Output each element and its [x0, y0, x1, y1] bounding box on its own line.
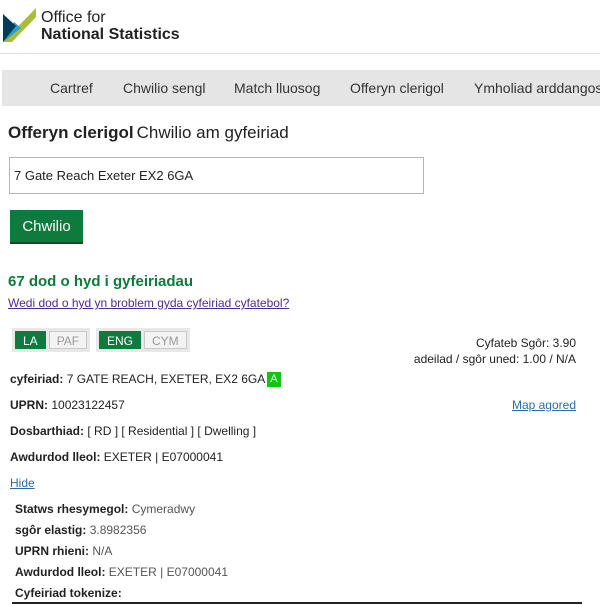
- elastic-score-value: 3.8982356: [89, 523, 147, 537]
- results-count: 67 dod o hyd i gyfeiriadau: [8, 273, 194, 290]
- logical-status-label: Statws rhesymegol:: [15, 502, 129, 516]
- nav-item-single-search[interactable]: Chwilio sengl: [123, 80, 205, 96]
- detail-local-authority-value: EXETER | E07000041: [108, 565, 228, 579]
- tag-eng[interactable]: ENG: [99, 331, 142, 349]
- detail-local-authority-label: Awdurdod lleol:: [15, 565, 106, 579]
- tokenized-address-label: Cyfeiriad tokenize:: [15, 586, 122, 600]
- logical-status-row: Statws rhesymegol: Cymeradwy: [15, 502, 195, 516]
- building-unit-score: adeilad / sgôr uned: 1.00 / N/A: [413, 352, 576, 366]
- logo-line-1: Office for: [41, 9, 106, 26]
- address-value: 7 GATE REACH, EXETER, EX2 6GA: [66, 372, 266, 386]
- tag-cym[interactable]: CYM: [144, 331, 187, 349]
- language-toggle-group: ENG CYM: [96, 328, 190, 352]
- site-header: Office for National Statistics: [0, 0, 600, 54]
- match-score: Cyfateb Sgôr: 3.90: [475, 336, 576, 350]
- page-title-main: Offeryn clerigol: [8, 123, 134, 142]
- local-authority-value: EXETER | E07000041: [103, 450, 223, 464]
- logical-status-value: Cymeradwy: [131, 502, 196, 516]
- tag-paf[interactable]: PAF: [48, 331, 88, 349]
- tag-la[interactable]: LA: [15, 331, 46, 349]
- ons-logo-text[interactable]: Office for National Statistics: [41, 9, 180, 43]
- address-label: cyfeiriad:: [10, 372, 64, 386]
- hide-details-link[interactable]: Hide: [10, 476, 35, 490]
- classification-label: Dosbarthiad:: [10, 424, 85, 438]
- search-button[interactable]: Chwilio: [10, 210, 83, 242]
- search-input[interactable]: [9, 157, 424, 194]
- open-map-link[interactable]: Map agored: [512, 398, 576, 412]
- classification-value: [ RD ] [ Residential ] [ Dwelling ]: [87, 424, 257, 438]
- uprn-row: UPRN: 10023122457: [10, 398, 125, 412]
- tokenized-address-row: Cyfeiriad tokenize:: [15, 586, 122, 600]
- detail-local-authority-row: Awdurdod lleol: EXETER | E07000041: [15, 565, 228, 579]
- parent-uprn-value: N/A: [92, 544, 113, 558]
- nav-item-clerical-tool[interactable]: Offeryn clerigol: [350, 80, 444, 96]
- source-toggle-group: LA PAF: [12, 328, 91, 352]
- report-problem-link[interactable]: Wedi dod o hyd yn broblem gyda cyfeiriad…: [8, 296, 289, 310]
- local-authority-label: Awdurdod lleol:: [10, 450, 101, 464]
- local-authority-row: Awdurdod lleol: EXETER | E07000041: [10, 450, 223, 464]
- uprn-value: 10023122457: [51, 398, 125, 412]
- nav-item-multiple-match[interactable]: Match lluosog: [234, 80, 320, 96]
- address-badge: A: [267, 372, 281, 388]
- uprn-label: UPRN:: [10, 398, 48, 412]
- ons-logo-icon[interactable]: [3, 8, 36, 42]
- parent-uprn-row: UPRN rhieni: N/A: [15, 544, 112, 558]
- elastic-score-label: sgôr elastig:: [15, 523, 87, 537]
- parent-uprn-label: UPRN rhieni:: [15, 544, 90, 558]
- nav-item-display-query[interactable]: Ymholiad arddangos: [474, 80, 600, 96]
- page-title: Offeryn clerigol Chwilio am gyfeiriad: [8, 123, 289, 143]
- page-title-sub: Chwilio am gyfeiriad: [136, 123, 289, 142]
- nav-item-home[interactable]: Cartref: [50, 80, 93, 96]
- logo-line-2: National Statistics: [41, 26, 180, 43]
- divider: [12, 602, 582, 604]
- address-row: cyfeiriad: 7 GATE REACH, EXETER, EX2 6GA…: [10, 372, 281, 388]
- classification-row: Dosbarthiad: [ RD ] [ Residential ] [ Dw…: [10, 424, 256, 438]
- elastic-score-row: sgôr elastig: 3.8982356: [15, 523, 146, 537]
- main-nav: Cartref Chwilio sengl Match lluosog Offe…: [2, 70, 600, 106]
